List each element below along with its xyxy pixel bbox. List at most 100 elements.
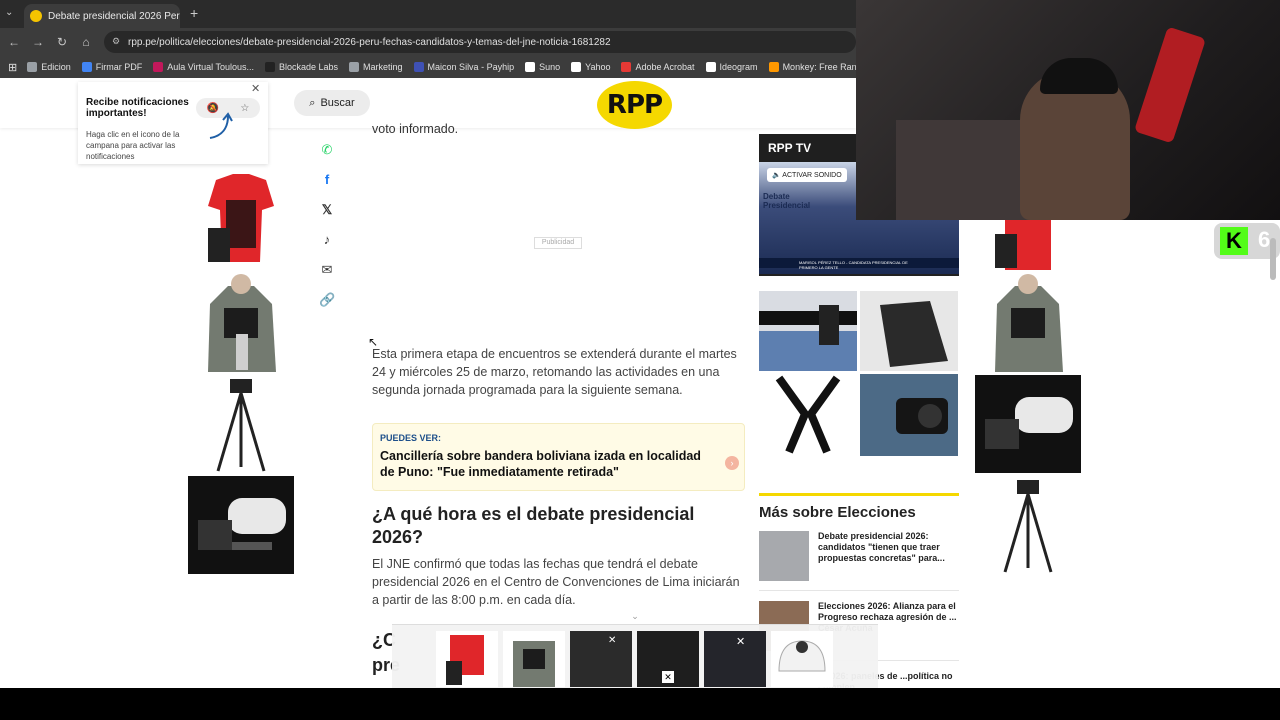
bookmark-item[interactable]: Maicon Silva - Payhip: [413, 62, 514, 72]
bookmark-item[interactable]: Aula Virtual Toulous...: [153, 62, 254, 72]
bookmark-item[interactable]: Suno: [525, 62, 560, 72]
email-icon[interactable]: ✉: [319, 262, 335, 278]
address-bar-url: rpp.pe/politica/elecciones/debate-presid…: [128, 36, 611, 48]
page-scrollbar[interactable]: [1270, 238, 1276, 280]
related-article-card[interactable]: PUEDES VER: Cancillería sobre bandera bo…: [372, 423, 745, 491]
bookmark-icon: [264, 62, 275, 72]
back-icon[interactable]: ←: [2, 35, 26, 49]
ad-thumb-beanie[interactable]: ✕: [637, 631, 699, 687]
article-previous-text: voto informado.: [372, 122, 459, 136]
notification-title: Recibe notificaciones importantes!: [86, 97, 189, 119]
bookmark-label: Monkey: Free Rand...: [782, 62, 856, 72]
bookmark-label: Firmar PDF: [95, 62, 143, 72]
browser-tab[interactable]: Debate presidencial 2026 Perú: ✕: [24, 4, 180, 28]
bookmark-label: Ideogram: [719, 62, 758, 72]
site-info-icon[interactable]: ⚙: [112, 36, 120, 47]
bookmark-item[interactable]: Firmar PDF: [81, 62, 143, 72]
bookmark-label: Edicion: [41, 62, 71, 72]
ad-product-red-shirt-harness[interactable]: [975, 220, 1081, 272]
ad-product-camera-bag[interactable]: [860, 291, 958, 371]
tv-caption-title: Debate Presidencial: [763, 192, 811, 210]
bookmark-label: Adobe Acrobat: [635, 62, 695, 72]
home-icon[interactable]: ⌂: [74, 35, 98, 49]
related-news-image: [759, 531, 809, 581]
search-button-label: Buscar: [320, 97, 355, 109]
close-ad-icon[interactable]: ✕: [736, 635, 745, 648]
ad-product-red-shirt-harness[interactable]: [188, 170, 294, 268]
bookmark-item[interactable]: Edicion: [27, 62, 71, 72]
ad-product-belt[interactable]: [759, 291, 857, 371]
bookmark-label: Marketing: [363, 62, 403, 72]
article-heading: ¿A qué hora es el debate presidencial 20…: [372, 504, 695, 547]
browser-tab-title: Debate presidencial 2026 Perú:: [48, 10, 180, 22]
article-paragraph-2: El JNE confirmó que todas las fechas que…: [372, 557, 740, 607]
ad-product-camera-hand[interactable]: [860, 374, 958, 456]
reload-icon[interactable]: ↻: [50, 35, 74, 49]
x-icon[interactable]: 𝕏: [319, 202, 335, 218]
whatsapp-icon[interactable]: ✆: [319, 142, 335, 158]
puedes-ver-label: PUEDES VER:: [380, 433, 442, 443]
bookmark-item[interactable]: Monkey: Free Rand...: [768, 62, 856, 72]
close-ad-icon[interactable]: ✕: [608, 635, 616, 646]
puedes-ver-title[interactable]: Cancillería sobre bandera boliviana izad…: [380, 448, 710, 480]
activate-sound-button[interactable]: 🔈 ACTIVAR SONIDO: [767, 168, 847, 182]
ad-thumb-vest[interactable]: [503, 631, 565, 687]
bookmark-item[interactable]: Yahoo: [571, 62, 610, 72]
rpp-favicon-icon: [30, 10, 42, 22]
ad-product-tripod[interactable]: [188, 375, 294, 473]
bookmark-icon: [349, 62, 360, 72]
ad-product-gimbal-lens[interactable]: [975, 375, 1081, 473]
search-icon: ⌕: [309, 96, 316, 109]
sticky-ad-bar: ✕ ✕ ✕: [392, 624, 878, 688]
arrow-right-icon[interactable]: ›: [725, 456, 739, 470]
ad-thumb-black-sweatshirt[interactable]: ✕: [570, 631, 632, 687]
bookmark-label: Suno: [539, 62, 561, 72]
forward-icon[interactable]: →: [26, 35, 50, 49]
bookmark-label: Aula Virtual Toulous...: [167, 62, 254, 72]
bookmark-icon: [81, 62, 92, 72]
ad-product-strap[interactable]: [759, 374, 857, 456]
bookmark-item[interactable]: Marketing: [349, 62, 403, 72]
related-news-title[interactable]: Debate presidencial 2026: candidatos "ti…: [818, 531, 958, 564]
bookmark-label: Blockade Labs: [278, 62, 339, 72]
bookmark-list: Edicion Firmar PDF Aula Virtual Toulous...…: [27, 62, 856, 72]
address-bar[interactable]: ⚙ rpp.pe/politica/elecciones/debate-pres…: [104, 31, 856, 53]
close-ad-icon[interactable]: ✕: [662, 671, 674, 683]
close-notification-icon[interactable]: ✕: [251, 82, 260, 95]
badge-number: 6: [1258, 227, 1271, 252]
bookmark-icon: [27, 62, 38, 72]
ad-product-vest-harness[interactable]: [188, 274, 294, 372]
new-tab-icon[interactable]: +: [190, 5, 198, 21]
ad-thumb-black-hoodie[interactable]: ✕: [704, 631, 766, 687]
bookmark-item[interactable]: Adobe Acrobat: [621, 62, 695, 72]
bookmark-label: Yahoo: [585, 62, 611, 72]
bookmark-icon: [571, 62, 582, 72]
kick-logo-icon: K: [1220, 227, 1248, 255]
bookmark-icon: [413, 62, 424, 72]
ad-thumb-red-shirt[interactable]: [436, 631, 498, 687]
webcam-background: [896, 120, 1036, 220]
arrow-hint-icon: [209, 112, 233, 139]
notification-prompt: ✕ Recibe notificaciones importantes! Hag…: [78, 82, 268, 164]
bookmark-item[interactable]: Ideogram: [705, 62, 758, 72]
search-button[interactable]: ⌕ Buscar: [294, 90, 370, 116]
tiktok-icon[interactable]: ♪: [319, 232, 335, 248]
apps-grid-icon[interactable]: ⊞: [8, 61, 17, 74]
bookmarks-bar: ⊞ Edicion Firmar PDF Aula Virtual Toulous.…: [0, 56, 856, 78]
divider: [759, 590, 959, 591]
collapse-ad-icon[interactable]: ⌄: [627, 611, 643, 623]
ad-product-gimbal-lens[interactable]: [188, 476, 294, 574]
ad-thumb-cap[interactable]: [771, 631, 833, 687]
related-news-item[interactable]: Debate presidencial 2026: candidatos "ti…: [759, 531, 959, 581]
facebook-icon[interactable]: f: [319, 172, 335, 188]
ad-product-tripod[interactable]: [975, 476, 1081, 574]
tab-search-icon[interactable]: ⌄: [5, 7, 13, 18]
bottom-black-bar: [0, 688, 1280, 720]
link-icon[interactable]: 🔗: [319, 292, 335, 308]
activate-sound-label: ACTIVAR SONIDO: [782, 172, 842, 179]
bookmark-item[interactable]: Blockade Labs: [264, 62, 339, 72]
mouse-cursor-icon: ↖: [368, 335, 379, 349]
ad-product-vest-harness[interactable]: [975, 274, 1081, 372]
tv-caption-name: MARISOL PÉREZ TELLO - CANDIDATA PRESIDEN…: [759, 258, 959, 270]
bookmark-icon: [525, 62, 536, 72]
